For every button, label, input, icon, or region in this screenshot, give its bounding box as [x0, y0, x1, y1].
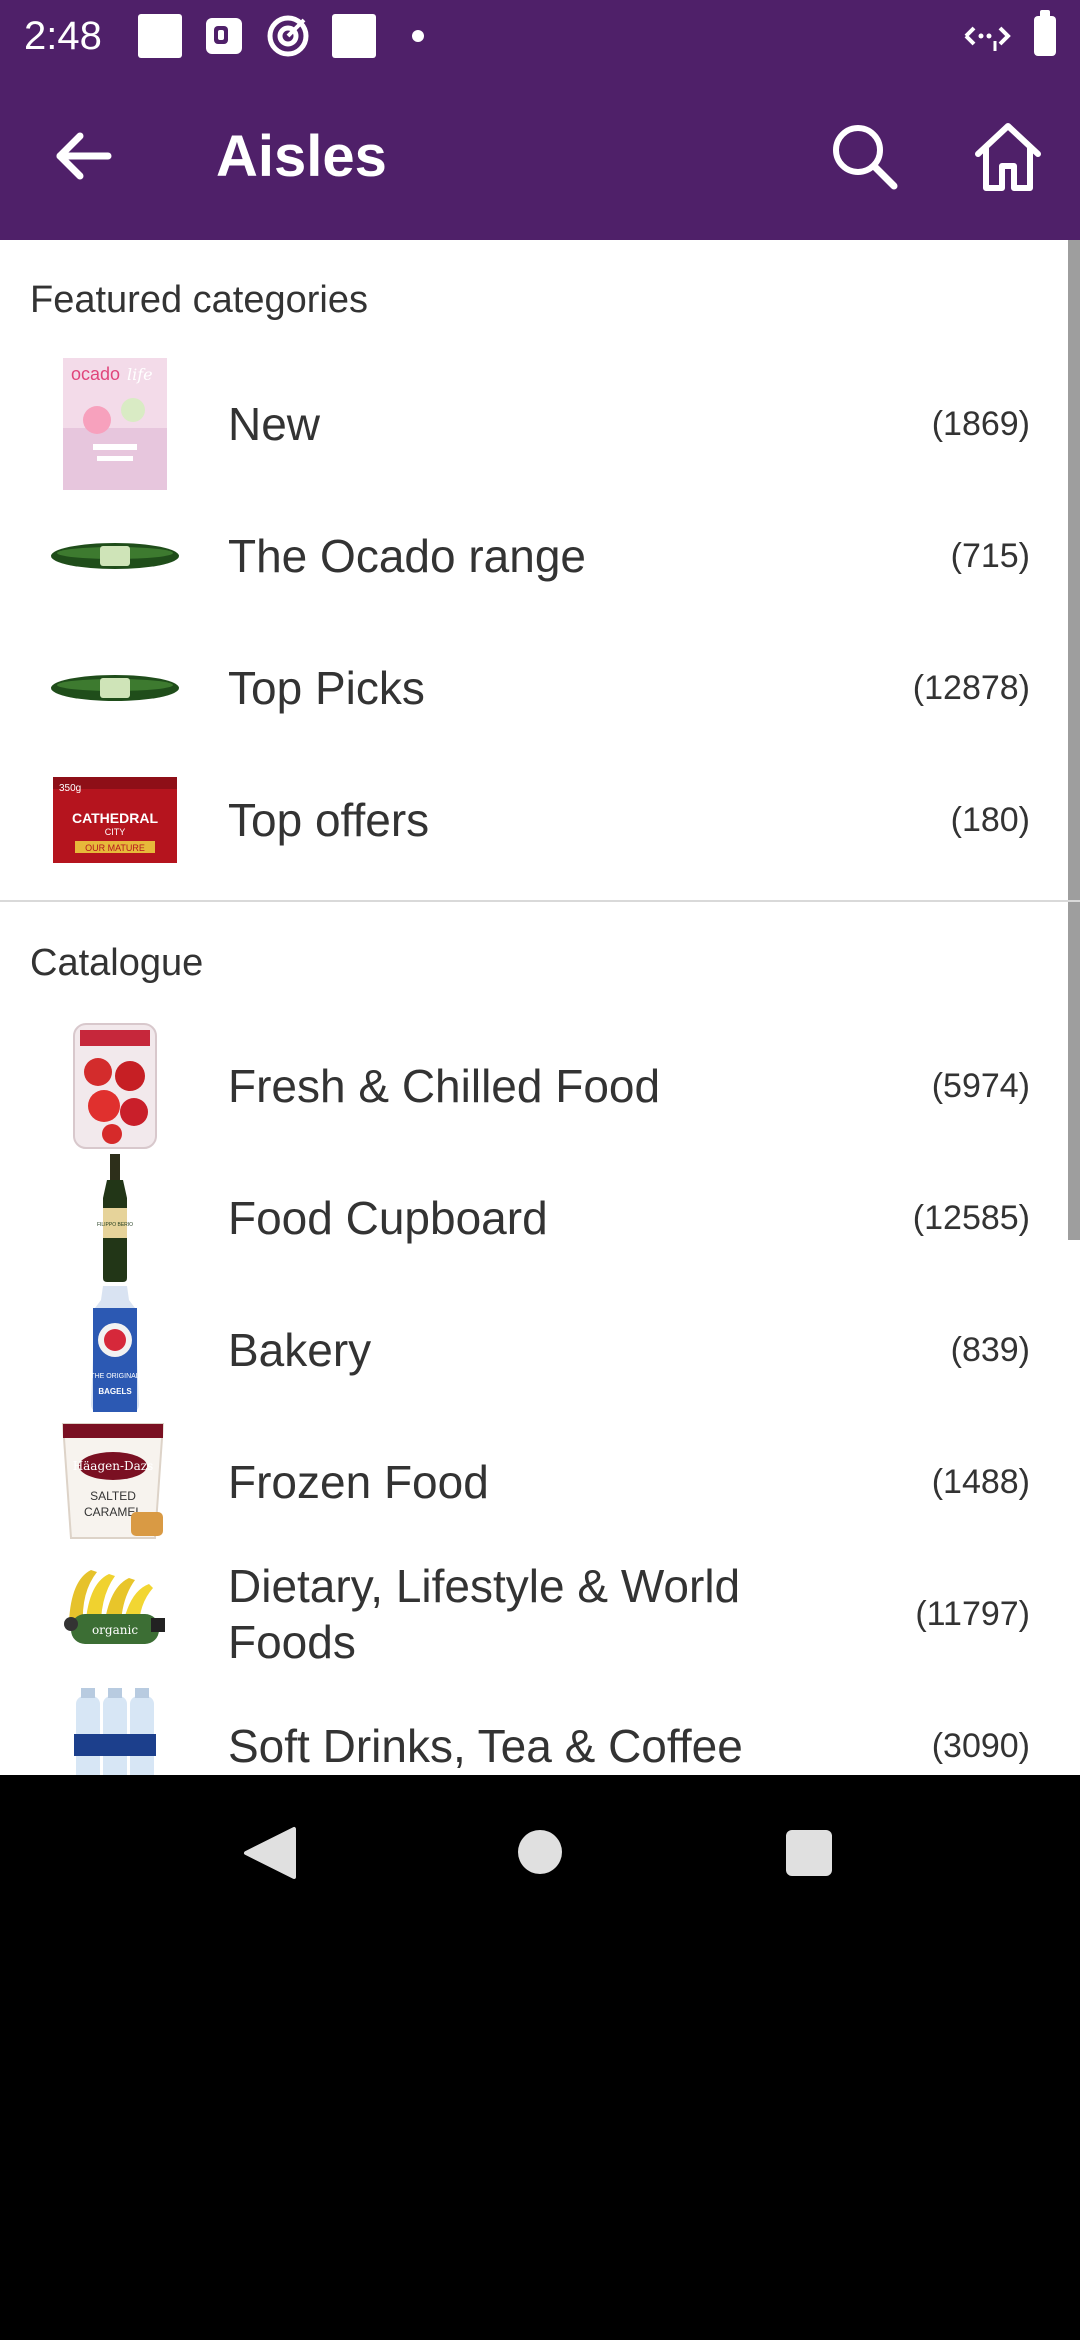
- strawberries-image: [73, 1023, 157, 1149]
- svg-text:350g: 350g: [59, 783, 81, 794]
- circle-home-icon[interactable]: [518, 1830, 562, 1874]
- category-thumbnail: THE ORIGINAL BAGELS: [40, 1286, 190, 1412]
- svg-text:OUR MATURE: OUR MATURE: [85, 843, 145, 853]
- category-label: Top Picks: [228, 662, 425, 714]
- section-divider: [0, 900, 1080, 902]
- status-notification-icons: [138, 14, 424, 58]
- status-time: 2:48: [24, 14, 102, 58]
- search-icon[interactable]: [824, 116, 904, 196]
- category-thumbnail: [40, 1688, 190, 1775]
- status-system-icons: [960, 10, 1056, 58]
- aisles-list[interactable]: Featured categories ocado life New (1869…: [0, 240, 1080, 1775]
- category-count: (1869): [931, 404, 1030, 443]
- category-count: (1488): [931, 1462, 1030, 1501]
- wifi-icon: [964, 26, 1011, 51]
- news-icon: [206, 18, 242, 54]
- battery-icon: [1034, 10, 1056, 56]
- magazine-image: ocado life: [63, 358, 167, 490]
- ice-cream-image: Häagen-Dazs SALTED CARAMEL: [61, 1423, 165, 1539]
- category-row-ocado-range[interactable]: The Ocado range (715): [0, 490, 1060, 622]
- svg-text:FILIPPO BERIO: FILIPPO BERIO: [97, 1222, 133, 1228]
- category-thumbnail: Häagen-Dazs SALTED CARAMEL: [40, 1423, 190, 1539]
- category-label: The Ocado range: [228, 530, 587, 582]
- category-row-fresh-chilled[interactable]: Fresh & Chilled Food (5974): [0, 1020, 1060, 1152]
- category-thumbnail: organic: [40, 1558, 190, 1670]
- page-title: Aisles: [216, 124, 387, 189]
- svg-text:CATHEDRAL: CATHEDRAL: [72, 810, 159, 826]
- dot-icon: [412, 30, 424, 42]
- category-row-frozen[interactable]: Häagen-Dazs SALTED CARAMEL Frozen Food (…: [0, 1416, 1060, 1548]
- cucumber-image: [51, 543, 179, 569]
- category-label: New: [228, 398, 321, 450]
- bagels-image: THE ORIGINAL BAGELS: [90, 1286, 140, 1412]
- svg-text:THE ORIGINAL: THE ORIGINAL: [90, 1373, 140, 1380]
- scrollbar[interactable]: [1068, 240, 1080, 1240]
- category-thumbnail: ocado life: [40, 358, 190, 490]
- notification-square-icon: [332, 14, 376, 58]
- svg-text:CITY: CITY: [105, 827, 126, 837]
- category-label: Food Cupboard: [228, 1192, 548, 1244]
- svg-text:SALTED: SALTED: [90, 1489, 136, 1503]
- category-label: Fresh & Chilled Food: [228, 1060, 661, 1112]
- featured-categories-heading: Featured categories: [30, 279, 368, 321]
- category-count: (715): [950, 536, 1030, 575]
- arrow-left-icon[interactable]: [44, 116, 124, 196]
- catalogue-heading: Catalogue: [30, 942, 204, 984]
- status-bar: 2:48: [0, 0, 1080, 72]
- category-label: Frozen Food: [228, 1456, 489, 1508]
- category-count: (5974): [931, 1066, 1030, 1105]
- category-row-top-picks[interactable]: Top Picks (12878): [0, 622, 1060, 754]
- category-label: Soft Drinks, Tea & Coffee: [228, 1720, 743, 1772]
- category-label: Top offers: [228, 794, 430, 846]
- svg-text:organic: organic: [92, 1623, 138, 1637]
- category-count: (12585): [912, 1198, 1030, 1237]
- category-row-top-offers[interactable]: 350g CATHEDRAL CITY OUR MATURE Top offer…: [0, 754, 1060, 886]
- category-thumbnail: FILIPPO BERIO: [40, 1154, 190, 1282]
- triangle-back-icon[interactable]: [240, 1825, 300, 1881]
- category-row-new[interactable]: ocado life New (1869): [0, 358, 1060, 490]
- water-bottles-image: [74, 1688, 156, 1775]
- category-count: (11797): [915, 1594, 1030, 1633]
- category-count: (839): [950, 1330, 1030, 1369]
- notification-square-icon: [138, 14, 182, 58]
- category-row-food-cupboard[interactable]: FILIPPO BERIO Food Cupboard (12585): [0, 1152, 1060, 1284]
- svg-text:life: life: [127, 365, 153, 384]
- target-icon: [267, 15, 309, 57]
- home-icon[interactable]: [968, 116, 1048, 196]
- app-bar: Aisles: [0, 72, 1080, 240]
- svg-text:Häagen-Dazs: Häagen-Dazs: [73, 1459, 154, 1473]
- category-count: (12878): [912, 668, 1030, 707]
- category-thumbnail: [40, 632, 190, 744]
- bananas-image: organic: [64, 1570, 165, 1644]
- category-thumbnail: 350g CATHEDRAL CITY OUR MATURE: [40, 764, 190, 876]
- category-thumbnail: [40, 1023, 190, 1149]
- square-recents-icon[interactable]: [786, 1830, 832, 1876]
- system-navigation-bar: [0, 1775, 1080, 1920]
- cucumber-image: [51, 675, 179, 701]
- category-row-dietary-lifestyle[interactable]: organic Dietary, Lifestyle & World Foods…: [0, 1548, 1060, 1680]
- svg-text:ocado: ocado: [71, 364, 120, 384]
- category-row-soft-drinks[interactable]: Soft Drinks, Tea & Coffee (3090): [0, 1680, 1060, 1775]
- category-thumbnail: [40, 500, 190, 612]
- category-label: Dietary, Lifestyle & World Foods: [228, 1560, 741, 1668]
- category-count: (180): [950, 800, 1030, 839]
- olive-oil-image: FILIPPO BERIO: [97, 1154, 133, 1282]
- svg-text:BAGELS: BAGELS: [98, 1387, 132, 1396]
- category-label: Bakery: [228, 1324, 372, 1376]
- category-row-bakery[interactable]: THE ORIGINAL BAGELS Bakery (839): [0, 1284, 1060, 1416]
- cheese-image: 350g CATHEDRAL CITY OUR MATURE: [53, 777, 177, 863]
- category-count: (3090): [931, 1726, 1030, 1765]
